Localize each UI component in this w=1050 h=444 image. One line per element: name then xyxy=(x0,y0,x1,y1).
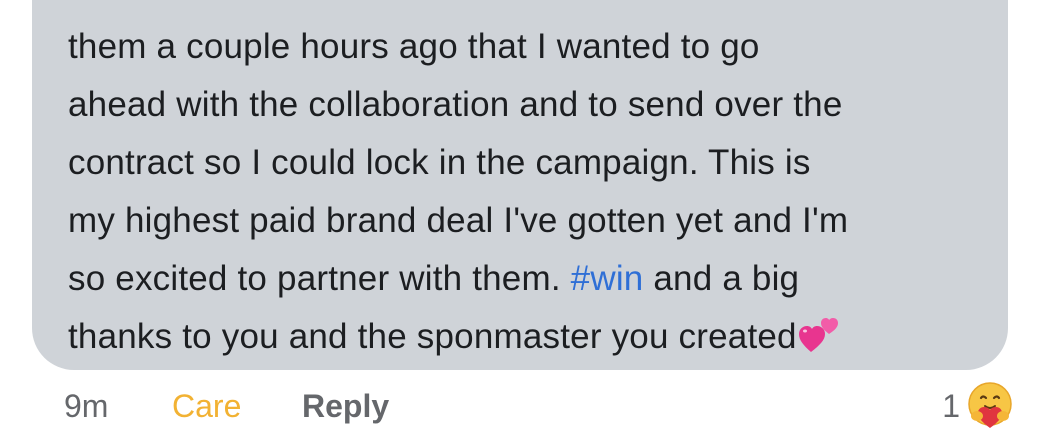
comment-line-with-hashtag: so excited to partner with them. #win an… xyxy=(68,250,988,308)
comment-text: them a couple hours ago that I wanted to… xyxy=(68,18,988,366)
reaction-count: 1 xyxy=(942,387,960,424)
care-emoji-icon xyxy=(968,382,1012,428)
comment-line: my highest paid brand deal I've gotten y… xyxy=(68,201,849,240)
reaction-summary[interactable]: 1 xyxy=(942,378,1016,434)
comment-screen: them a couple hours ago that I wanted to… xyxy=(0,0,1050,444)
comment-line: ahead with the collaboration and to send… xyxy=(68,85,843,124)
care-reaction-button[interactable]: Care xyxy=(172,388,241,425)
comment-line: contract so I could lock in the campaign… xyxy=(68,143,811,182)
comment-actions: 9m Care Reply 1 xyxy=(0,370,1050,444)
comment-line: them a couple hours ago that I wanted to… xyxy=(68,27,760,66)
comment-line-suffix: and a big xyxy=(643,259,800,298)
comment-line-final: thanks to you and the sponmaster you cre… xyxy=(68,308,988,366)
cropped-previous-line xyxy=(66,0,986,8)
comment-line-text: thanks to you and the sponmaster you cre… xyxy=(68,317,797,356)
comment-line-prefix: so excited to partner with them. xyxy=(68,259,571,298)
two-hearts-icon xyxy=(798,318,838,352)
reply-button[interactable]: Reply xyxy=(302,388,389,425)
comment-timestamp: 9m xyxy=(64,388,109,424)
hashtag-link[interactable]: #win xyxy=(571,259,644,298)
